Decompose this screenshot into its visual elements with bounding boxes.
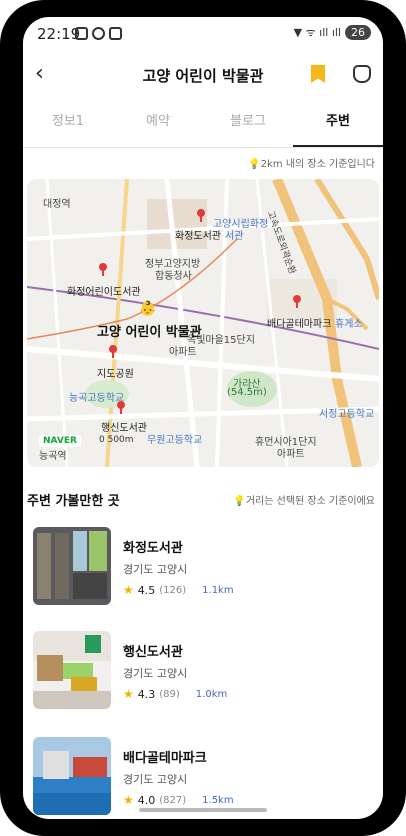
tab-reservation[interactable]: 예약 bbox=[113, 105, 203, 147]
pool-image bbox=[33, 737, 111, 815]
place-label: 옥빛마을15단지 bbox=[187, 335, 255, 346]
review-count: (89) bbox=[159, 688, 180, 700]
signal-icon: ▼ ᯤ ıll ıll bbox=[293, 26, 341, 39]
place-address: 경기도 고양시 bbox=[123, 773, 188, 786]
place-address: 경기도 고양시 bbox=[123, 667, 188, 680]
place-label: 서관 bbox=[225, 231, 244, 242]
header: ‹ 고양 어린이 박물관 bbox=[23, 53, 383, 97]
page-title: 고양 어린이 박물관 bbox=[142, 67, 264, 85]
place-card[interactable]: 행신도서관 경기도 고양시 ★ 4.3 (89) 1.0km bbox=[33, 631, 373, 711]
library-image bbox=[33, 631, 111, 709]
place-distance: 1.5km bbox=[202, 794, 234, 806]
review-count: (827) bbox=[159, 794, 187, 806]
place-label: 서정고등학교 bbox=[319, 409, 375, 420]
place-rating: 4.0 bbox=[137, 793, 156, 807]
naver-logo: NAVER bbox=[39, 435, 81, 447]
place-thumbnail bbox=[33, 737, 111, 815]
status-time: 22:19 bbox=[37, 25, 81, 43]
tab-info[interactable]: 정보1 bbox=[23, 105, 113, 147]
home-indicator[interactable] bbox=[139, 808, 267, 812]
battery-icon: 26 bbox=[345, 25, 371, 40]
place-name: 배다골테마파크 bbox=[123, 751, 207, 766]
map[interactable]: 대정역 화정도서관 고양시립화정 서관 정부고양지방 합동청사 화정어린이도서관… bbox=[27, 179, 379, 467]
map-pin[interactable] bbox=[109, 345, 117, 358]
face-icon[interactable] bbox=[353, 65, 371, 83]
tab-bar: 정보1 예약 블로그 주변 bbox=[23, 105, 383, 148]
map-pin[interactable] bbox=[117, 401, 125, 414]
place-label: 행신도서관 bbox=[101, 423, 147, 434]
map-pin[interactable] bbox=[197, 209, 205, 222]
map-scale: 0 500m bbox=[99, 435, 134, 445]
place-info: ★ 4.3 (89) 1.0km bbox=[123, 687, 227, 701]
screenshot-icon bbox=[75, 27, 88, 40]
place-distance: 1.1km bbox=[202, 584, 234, 596]
place-card[interactable]: 배다골테마파크 경기도 고양시 ★ 4.0 (827) 1.5km bbox=[33, 737, 373, 817]
place-thumbnail bbox=[33, 631, 111, 709]
volume-button bbox=[0, 218, 6, 262]
place-label: 무원고등학교 bbox=[147, 435, 203, 446]
place-info: ★ 4.0 (827) 1.5km bbox=[123, 793, 234, 807]
tab-blog[interactable]: 블로그 bbox=[203, 105, 293, 147]
station-label: 대정역 bbox=[43, 199, 71, 210]
place-label: 아파트 bbox=[169, 347, 197, 358]
map-pin[interactable] bbox=[293, 295, 301, 308]
section-title: 주변 가볼만한 곳 bbox=[27, 494, 120, 509]
star-icon: ★ bbox=[123, 793, 134, 807]
place-address: 경기도 고양시 bbox=[123, 563, 188, 576]
section-note: 💡거리는 선택된 장소 기준이에요 bbox=[233, 496, 375, 507]
power-button bbox=[400, 246, 406, 326]
place-label: 지도공원 bbox=[97, 369, 134, 380]
place-label: 화정어린이도서관 bbox=[67, 287, 141, 298]
place-name: 화정도서관 bbox=[123, 541, 183, 556]
status-bar: 22:19 ▼ ᯤ ıll ıll 26 bbox=[23, 17, 383, 51]
museum-marker-icon[interactable]: 👶 bbox=[139, 301, 156, 317]
message-icon bbox=[92, 27, 105, 40]
map-pin[interactable] bbox=[99, 263, 107, 276]
place-info: ★ 4.5 (126) 1.1km bbox=[123, 583, 234, 597]
tab-nearby[interactable]: 주변 bbox=[293, 105, 383, 147]
place-label: (54.5m) bbox=[227, 387, 267, 398]
place-rating: 4.5 bbox=[137, 583, 156, 597]
place-name: 행신도서관 bbox=[123, 645, 183, 660]
place-label: 능곡고등학교 bbox=[69, 393, 125, 404]
youtube-icon bbox=[109, 27, 122, 40]
place-rating: 4.3 bbox=[137, 687, 156, 701]
place-label: 아파트 bbox=[277, 449, 305, 460]
review-count: (126) bbox=[159, 584, 187, 596]
screen: 22:19 ▼ ᯤ ıll ıll 26 ‹ 고양 어린이 박물관 정보1 예약… bbox=[23, 17, 383, 819]
place-label: 합동청사 bbox=[155, 271, 192, 282]
place-label: 휴게소 bbox=[335, 319, 363, 330]
map-note: 💡2km 내의 장소 기준입니다 bbox=[248, 159, 375, 170]
library-image bbox=[33, 527, 111, 605]
place-label: 배다골테마파크 bbox=[267, 319, 332, 330]
notification-icons bbox=[75, 27, 122, 40]
volume-button bbox=[0, 280, 6, 324]
place-thumbnail bbox=[33, 527, 111, 605]
system-icons: ▼ ᯤ ıll ıll 26 bbox=[294, 25, 371, 40]
station-label: 능곡역 bbox=[39, 451, 67, 462]
star-icon: ★ bbox=[123, 583, 134, 597]
place-distance: 1.0km bbox=[195, 688, 228, 700]
star-icon: ★ bbox=[123, 687, 134, 701]
place-card[interactable]: 화정도서관 경기도 고양시 ★ 4.5 (126) 1.1km bbox=[33, 527, 373, 607]
